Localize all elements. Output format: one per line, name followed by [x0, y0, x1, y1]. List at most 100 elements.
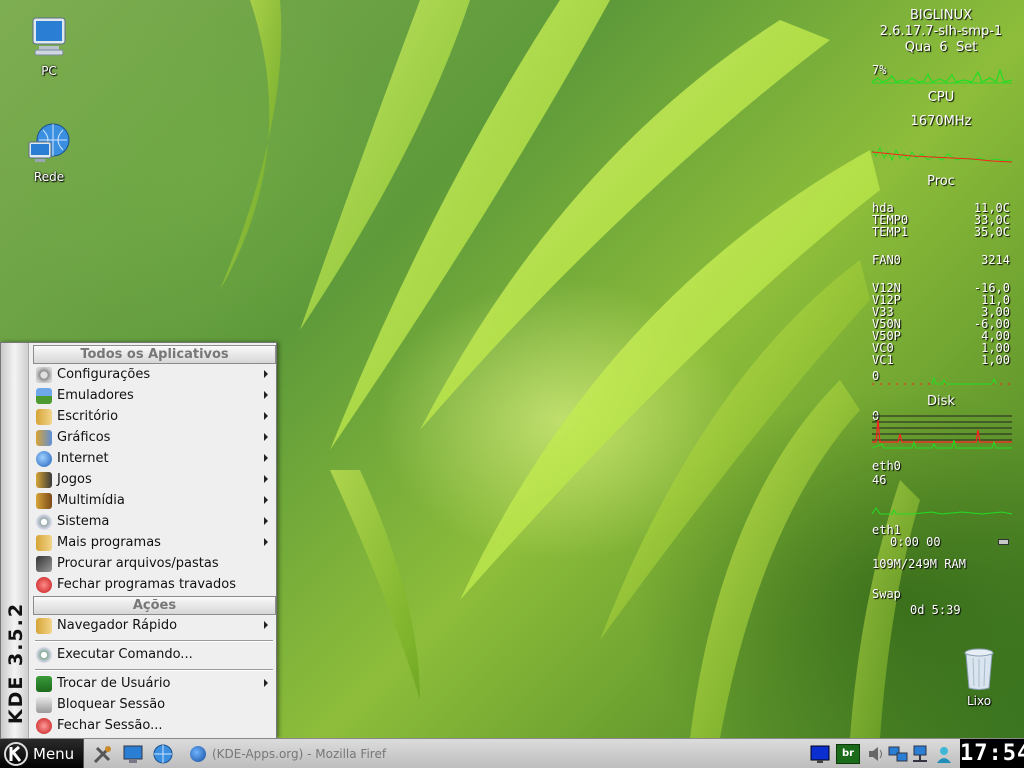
- network-globe-icon: [25, 120, 73, 168]
- kmenu-item-graficos[interactable]: Gráficos: [33, 427, 276, 448]
- kmenu-item-jogos[interactable]: Jogos: [33, 469, 276, 490]
- kmenu-item-label: Navegador Rápido: [57, 618, 178, 633]
- quicklaunch-konqueror-icon[interactable]: [152, 743, 174, 765]
- kmenu-item-label: Mais programas: [57, 535, 161, 550]
- kde-start-menu: KDE 3.5.2 Todos os Aplicativos Configura…: [0, 342, 277, 738]
- kmenu-item-label: Jogos: [57, 472, 92, 487]
- kmenu-item-executar[interactable]: Executar Comando...: [33, 644, 276, 665]
- conky-uptime: 0d 5:39: [910, 603, 961, 617]
- tray-keyboard-layout[interactable]: br: [836, 744, 860, 764]
- kmenu-item-configuracoes[interactable]: Configurações: [33, 364, 276, 385]
- kmenu-side-text: KDE 3.5.2: [5, 601, 27, 725]
- kmenu-item-label: Fechar Sessão...: [57, 718, 163, 733]
- kmenu-item-multimidia[interactable]: Multimídia: [33, 490, 276, 511]
- kmenu-separator: [35, 640, 273, 642]
- tray-display-icon[interactable]: [810, 744, 830, 764]
- system-icon: [36, 513, 52, 530]
- submenu-arrow-icon: [264, 679, 268, 687]
- kmenu-item-label: Trocar de Usuário: [57, 676, 171, 691]
- kmenu-item-mais-programas[interactable]: Mais programas: [33, 532, 276, 553]
- submenu-arrow-icon: [264, 475, 268, 483]
- kmenu-item-fechar-sessao[interactable]: Fechar Sessão...: [33, 715, 276, 736]
- kmenu-item-bloquear[interactable]: Bloquear Sessão: [33, 694, 276, 715]
- fan-name: FAN0: [872, 253, 901, 267]
- fan-value: 3214: [981, 253, 1010, 267]
- kmenu-item-label: Internet: [57, 451, 109, 466]
- taskbar-clock[interactable]: 17:54: [960, 739, 1024, 768]
- lock-icon: [36, 696, 52, 713]
- kmenu-side-banner: KDE 3.5.2: [1, 343, 29, 738]
- tray-user-icon[interactable]: [934, 744, 954, 764]
- tray-volume-icon[interactable]: [866, 744, 886, 764]
- quicklaunch-desktop-icon[interactable]: [122, 743, 144, 765]
- conky-eth1-value: 0:00 00: [890, 535, 941, 549]
- computer-icon: [25, 14, 73, 62]
- kmenu-item-emuladores[interactable]: Emuladores: [33, 385, 276, 406]
- desktop-icon-label: Rede: [33, 170, 65, 184]
- voltage-row: VC1 1,00: [866, 354, 1016, 366]
- multimedia-icon: [36, 492, 52, 509]
- conky-date-num: 6: [939, 40, 948, 55]
- voltage-value: 1,00: [981, 353, 1010, 367]
- tray-network2-icon[interactable]: [910, 744, 930, 764]
- quicklaunch-tools-icon[interactable]: [92, 743, 114, 765]
- conky-eth0-label: eth0: [872, 459, 901, 473]
- submenu-arrow-icon: [264, 621, 268, 629]
- desktop-icon-rede[interactable]: Rede: [14, 120, 84, 184]
- proc-graph: [872, 146, 1012, 163]
- submenu-arrow-icon: [264, 391, 268, 399]
- kmenu-item-label: Executar Comando...: [57, 647, 193, 662]
- kmenu-item-internet[interactable]: Internet: [33, 448, 276, 469]
- desktop-icon-label: PC: [41, 64, 57, 78]
- taskbar-window-title: (KDE-Apps.org) - Mozilla Firef: [212, 747, 387, 761]
- kmenu-separator: [35, 669, 273, 671]
- conky-cpu-freq: 1670MHz: [910, 114, 972, 129]
- games-icon: [36, 471, 52, 488]
- taskbar-window-firefox[interactable]: (KDE-Apps.org) - Mozilla Firef: [190, 742, 390, 766]
- graphics-icon: [36, 429, 52, 446]
- conky-kernel: 2.6.17.7-slh-smp-1: [879, 24, 1003, 39]
- quick-browser-icon: [36, 617, 52, 634]
- kmenu-item-label: Sistema: [57, 514, 110, 529]
- submenu-arrow-icon: [264, 454, 268, 462]
- trash-icon: [955, 644, 1003, 692]
- submenu-arrow-icon: [264, 412, 268, 420]
- kmenu-item-procurar[interactable]: Procurar arquivos/pastas: [33, 553, 276, 574]
- kmenu-item-escritorio[interactable]: Escritório: [33, 406, 276, 427]
- logout-icon: [36, 717, 52, 734]
- kmenu-item-trocar-usuario[interactable]: Trocar de Usuário: [33, 673, 276, 694]
- kmenu-item-navegador-rapido[interactable]: Navegador Rápido: [33, 615, 276, 636]
- conky-sensors: hda 11,0C TEMP0 33,0C TEMP1 35,0C: [866, 202, 1016, 238]
- kmenu-item-label: Procurar arquivos/pastas: [57, 556, 219, 571]
- submenu-arrow-icon: [264, 496, 268, 504]
- kmenu-item-label: Escritório: [57, 409, 119, 424]
- desktop-icon-lixo[interactable]: Lixo: [944, 644, 1014, 708]
- disk-graph: [872, 415, 1012, 449]
- conky-fan: FAN0 3214: [866, 254, 1016, 266]
- conky-eth1-indicator: [998, 539, 1009, 545]
- taskbar: Menu (KDE-Apps.org) - Mozilla Firef br 1…: [0, 738, 1024, 768]
- desktop-icon-pc[interactable]: PC: [14, 14, 84, 78]
- kmenu-item-sistema[interactable]: Sistema: [33, 511, 276, 532]
- sensor-row: TEMP1 35,0C: [866, 226, 1016, 238]
- kmenu-item-label: Configurações: [57, 367, 151, 382]
- tray-network-icon[interactable]: [888, 744, 908, 764]
- kmenu-item-label: Multimídia: [57, 493, 125, 508]
- office-icon: [36, 408, 52, 425]
- kmenu-button[interactable]: Menu: [0, 739, 84, 768]
- conky-hostname: BIGLINUX: [909, 8, 973, 23]
- sensor-name: TEMP1: [872, 225, 909, 239]
- kmenu-header-actions: Ações: [33, 596, 276, 615]
- conky-voltages: V12N -16,0 V12P 11,0 V33 3,00 V50N -6,00 V50…: [866, 282, 1016, 366]
- submenu-arrow-icon: [264, 433, 268, 441]
- kmenu-item-label: Fechar programas travados: [57, 577, 237, 592]
- eth0-graph: [872, 507, 1012, 515]
- conky-date-day: Qua: [904, 40, 932, 55]
- kill-icon: [36, 576, 52, 593]
- conky-cpu-label: CPU: [927, 90, 955, 105]
- run-command-icon: [36, 646, 52, 663]
- voltage-graph: [872, 376, 1012, 385]
- conky-date-month: Set: [955, 40, 978, 55]
- conky-ram: 109M/249M RAM: [872, 557, 966, 571]
- kmenu-item-fechar-travados[interactable]: Fechar programas travados: [33, 574, 276, 595]
